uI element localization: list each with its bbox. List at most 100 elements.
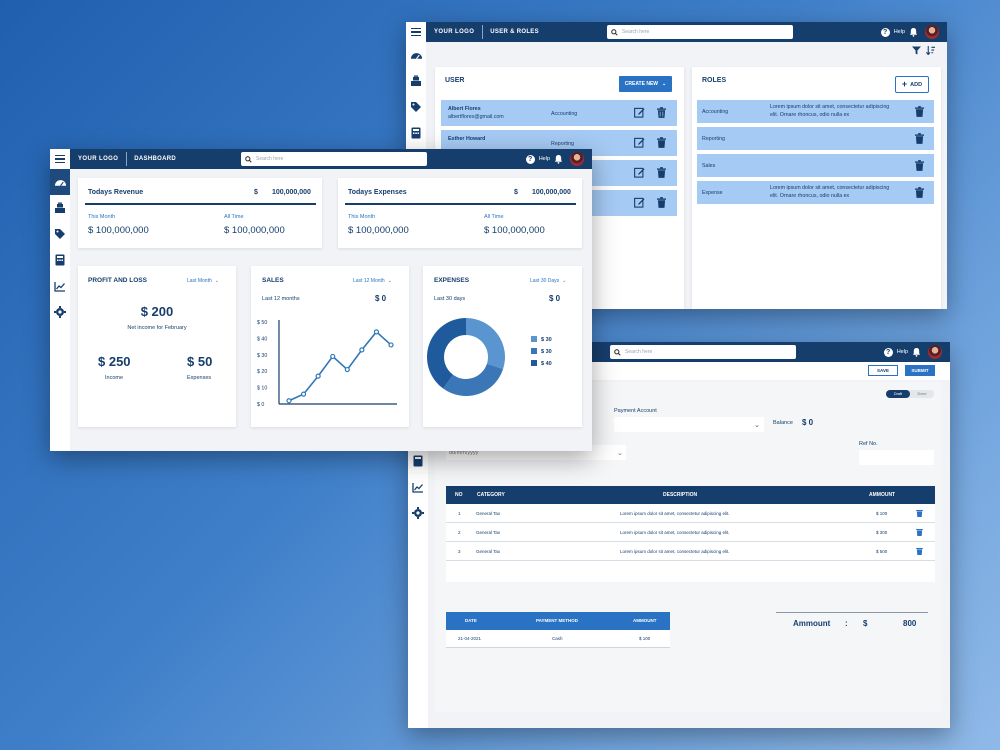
trash-icon[interactable] <box>657 137 666 148</box>
sales-point <box>300 391 307 397</box>
search-input[interactable]: Search here <box>610 345 796 359</box>
list-item[interactable]: Sales <box>697 154 934 177</box>
table-row[interactable]: 1 General Tax Lorem ipsum dolor sit amet… <box>446 504 935 523</box>
row-description: Lorem ipsum dolor sit amet, consectetur … <box>620 549 730 554</box>
cash-register-icon[interactable] <box>50 195 70 221</box>
edit-icon[interactable] <box>634 197 645 208</box>
income-label: Income <box>105 375 124 381</box>
cash-register-icon[interactable] <box>406 68 426 94</box>
list-item[interactable]: Expense Lorem ipsum dolor sit amet, cons… <box>697 181 934 204</box>
status-toggle[interactable]: Draft Done <box>886 390 934 398</box>
help-label[interactable]: Help <box>894 29 905 35</box>
sidebar <box>50 169 70 451</box>
all-time-label: All Time <box>484 214 504 220</box>
user-name: Albert Flores <box>448 106 481 112</box>
payment-account-select[interactable]: ⌄ <box>614 417 764 432</box>
tags-icon[interactable] <box>406 94 426 120</box>
divider <box>345 203 576 205</box>
balance-label: Balance <box>773 420 793 426</box>
list-item[interactable]: Reporting <box>697 127 934 150</box>
trash-icon[interactable] <box>916 509 923 517</box>
legend-swatch <box>531 336 537 342</box>
speedometer-icon[interactable] <box>50 169 70 195</box>
speedometer-icon[interactable] <box>406 42 426 68</box>
table-row[interactable]: 3 General Tax Lorem ipsum dolor sit amet… <box>446 542 935 561</box>
filter-icon[interactable] <box>912 46 921 55</box>
y-tick-label: $ 50 <box>257 320 267 326</box>
add-role-button[interactable]: + ADD <box>895 76 929 93</box>
trash-icon[interactable] <box>657 107 666 118</box>
user-email: albertflores@gmail.com <box>448 114 504 120</box>
avatar[interactable] <box>570 152 584 166</box>
create-new-label: CREATE NEW <box>624 81 659 87</box>
col-description: DESCRIPTION <box>663 492 698 498</box>
user-name: Esther Howard <box>448 136 486 142</box>
col-category: CATEGORY <box>477 492 505 498</box>
help-icon[interactable]: ? <box>883 347 893 357</box>
tags-icon[interactable] <box>50 221 70 247</box>
help-icon[interactable]: ? <box>880 27 890 37</box>
ref-no-input[interactable] <box>859 450 934 465</box>
role-description: Lorem ipsum dolor sit amet, consectetur … <box>770 104 890 118</box>
help-label[interactable]: Help <box>539 156 550 162</box>
edit-icon[interactable] <box>634 167 645 178</box>
sales-period: Last 12 months <box>262 296 300 302</box>
chart-icon[interactable] <box>408 474 428 500</box>
create-new-button[interactable]: CREATE NEW ⌄ <box>619 76 672 92</box>
help-label[interactable]: Help <box>897 349 908 355</box>
legend-swatch <box>531 348 537 354</box>
trash-icon[interactable] <box>915 160 924 171</box>
submit-button[interactable]: SUBMIT <box>905 365 935 376</box>
menu-icon[interactable] <box>50 149 70 169</box>
trash-icon[interactable] <box>657 197 666 208</box>
sales-point <box>330 353 336 360</box>
all-time-label: All Time <box>224 214 244 220</box>
total-label: Ammount <box>793 619 831 628</box>
avatar[interactable] <box>925 25 939 39</box>
divider <box>85 203 316 205</box>
sales-filter[interactable]: Last 12 Month ⌄ <box>353 278 392 284</box>
legend-label: $ 40 <box>541 361 552 367</box>
edit-icon[interactable] <box>634 137 645 148</box>
search-input[interactable]: Search here <box>607 25 793 39</box>
gear-icon[interactable] <box>408 500 428 526</box>
revenue-currency: $ <box>254 189 258 196</box>
edit-icon[interactable] <box>634 107 645 118</box>
role-name: Expense <box>702 190 723 196</box>
menu-icon[interactable] <box>406 22 426 42</box>
trash-icon[interactable] <box>916 547 923 555</box>
row-description: Lorem ipsum dolor sit amet, consectetur … <box>620 511 730 516</box>
expenses-value: $ 50 <box>187 354 213 369</box>
table-row[interactable]: 2 General Tax Lorem ipsum dolor sit amet… <box>446 523 935 542</box>
bell-icon[interactable] <box>912 347 921 357</box>
avatar[interactable] <box>928 345 942 359</box>
list-item[interactable]: Accounting Lorem ipsum dolor sit amet, c… <box>697 100 934 123</box>
search-placeholder: Search here <box>256 156 284 162</box>
trash-icon[interactable] <box>657 167 666 178</box>
chart-icon[interactable] <box>50 273 70 299</box>
submit-label: SUBMIT <box>911 368 929 373</box>
net-income-value: $ 200 <box>140 304 174 319</box>
table-row[interactable]: 21-04-2021 Cash $ 100 <box>446 630 670 648</box>
y-tick-label: $ 20 <box>257 369 267 375</box>
gear-icon[interactable] <box>50 299 70 325</box>
calculator-icon[interactable] <box>50 247 70 273</box>
pnl-filter[interactable]: Last Month ⌄ <box>187 278 219 284</box>
trash-icon[interactable] <box>915 133 924 144</box>
row-category: General Tax <box>476 511 501 516</box>
help-icon[interactable]: ? <box>525 154 535 164</box>
donut-slice <box>427 318 466 389</box>
search-input[interactable]: Search here <box>241 152 427 166</box>
list-item[interactable]: Albert Flores albertflores@gmail.com Acc… <box>441 100 677 126</box>
calculator-icon[interactable] <box>408 448 428 474</box>
sort-icon[interactable] <box>926 46 935 55</box>
trash-icon[interactable] <box>915 187 924 198</box>
calculator-icon[interactable] <box>406 120 426 146</box>
row-no: 3 <box>458 549 461 554</box>
bell-icon[interactable] <box>554 154 563 164</box>
trash-icon[interactable] <box>916 528 923 536</box>
bell-icon[interactable] <box>909 27 918 37</box>
trash-icon[interactable] <box>915 106 924 117</box>
save-button[interactable]: SAVE <box>868 365 898 376</box>
expenses-filter[interactable]: Last 30 Days ⌄ <box>530 278 566 284</box>
